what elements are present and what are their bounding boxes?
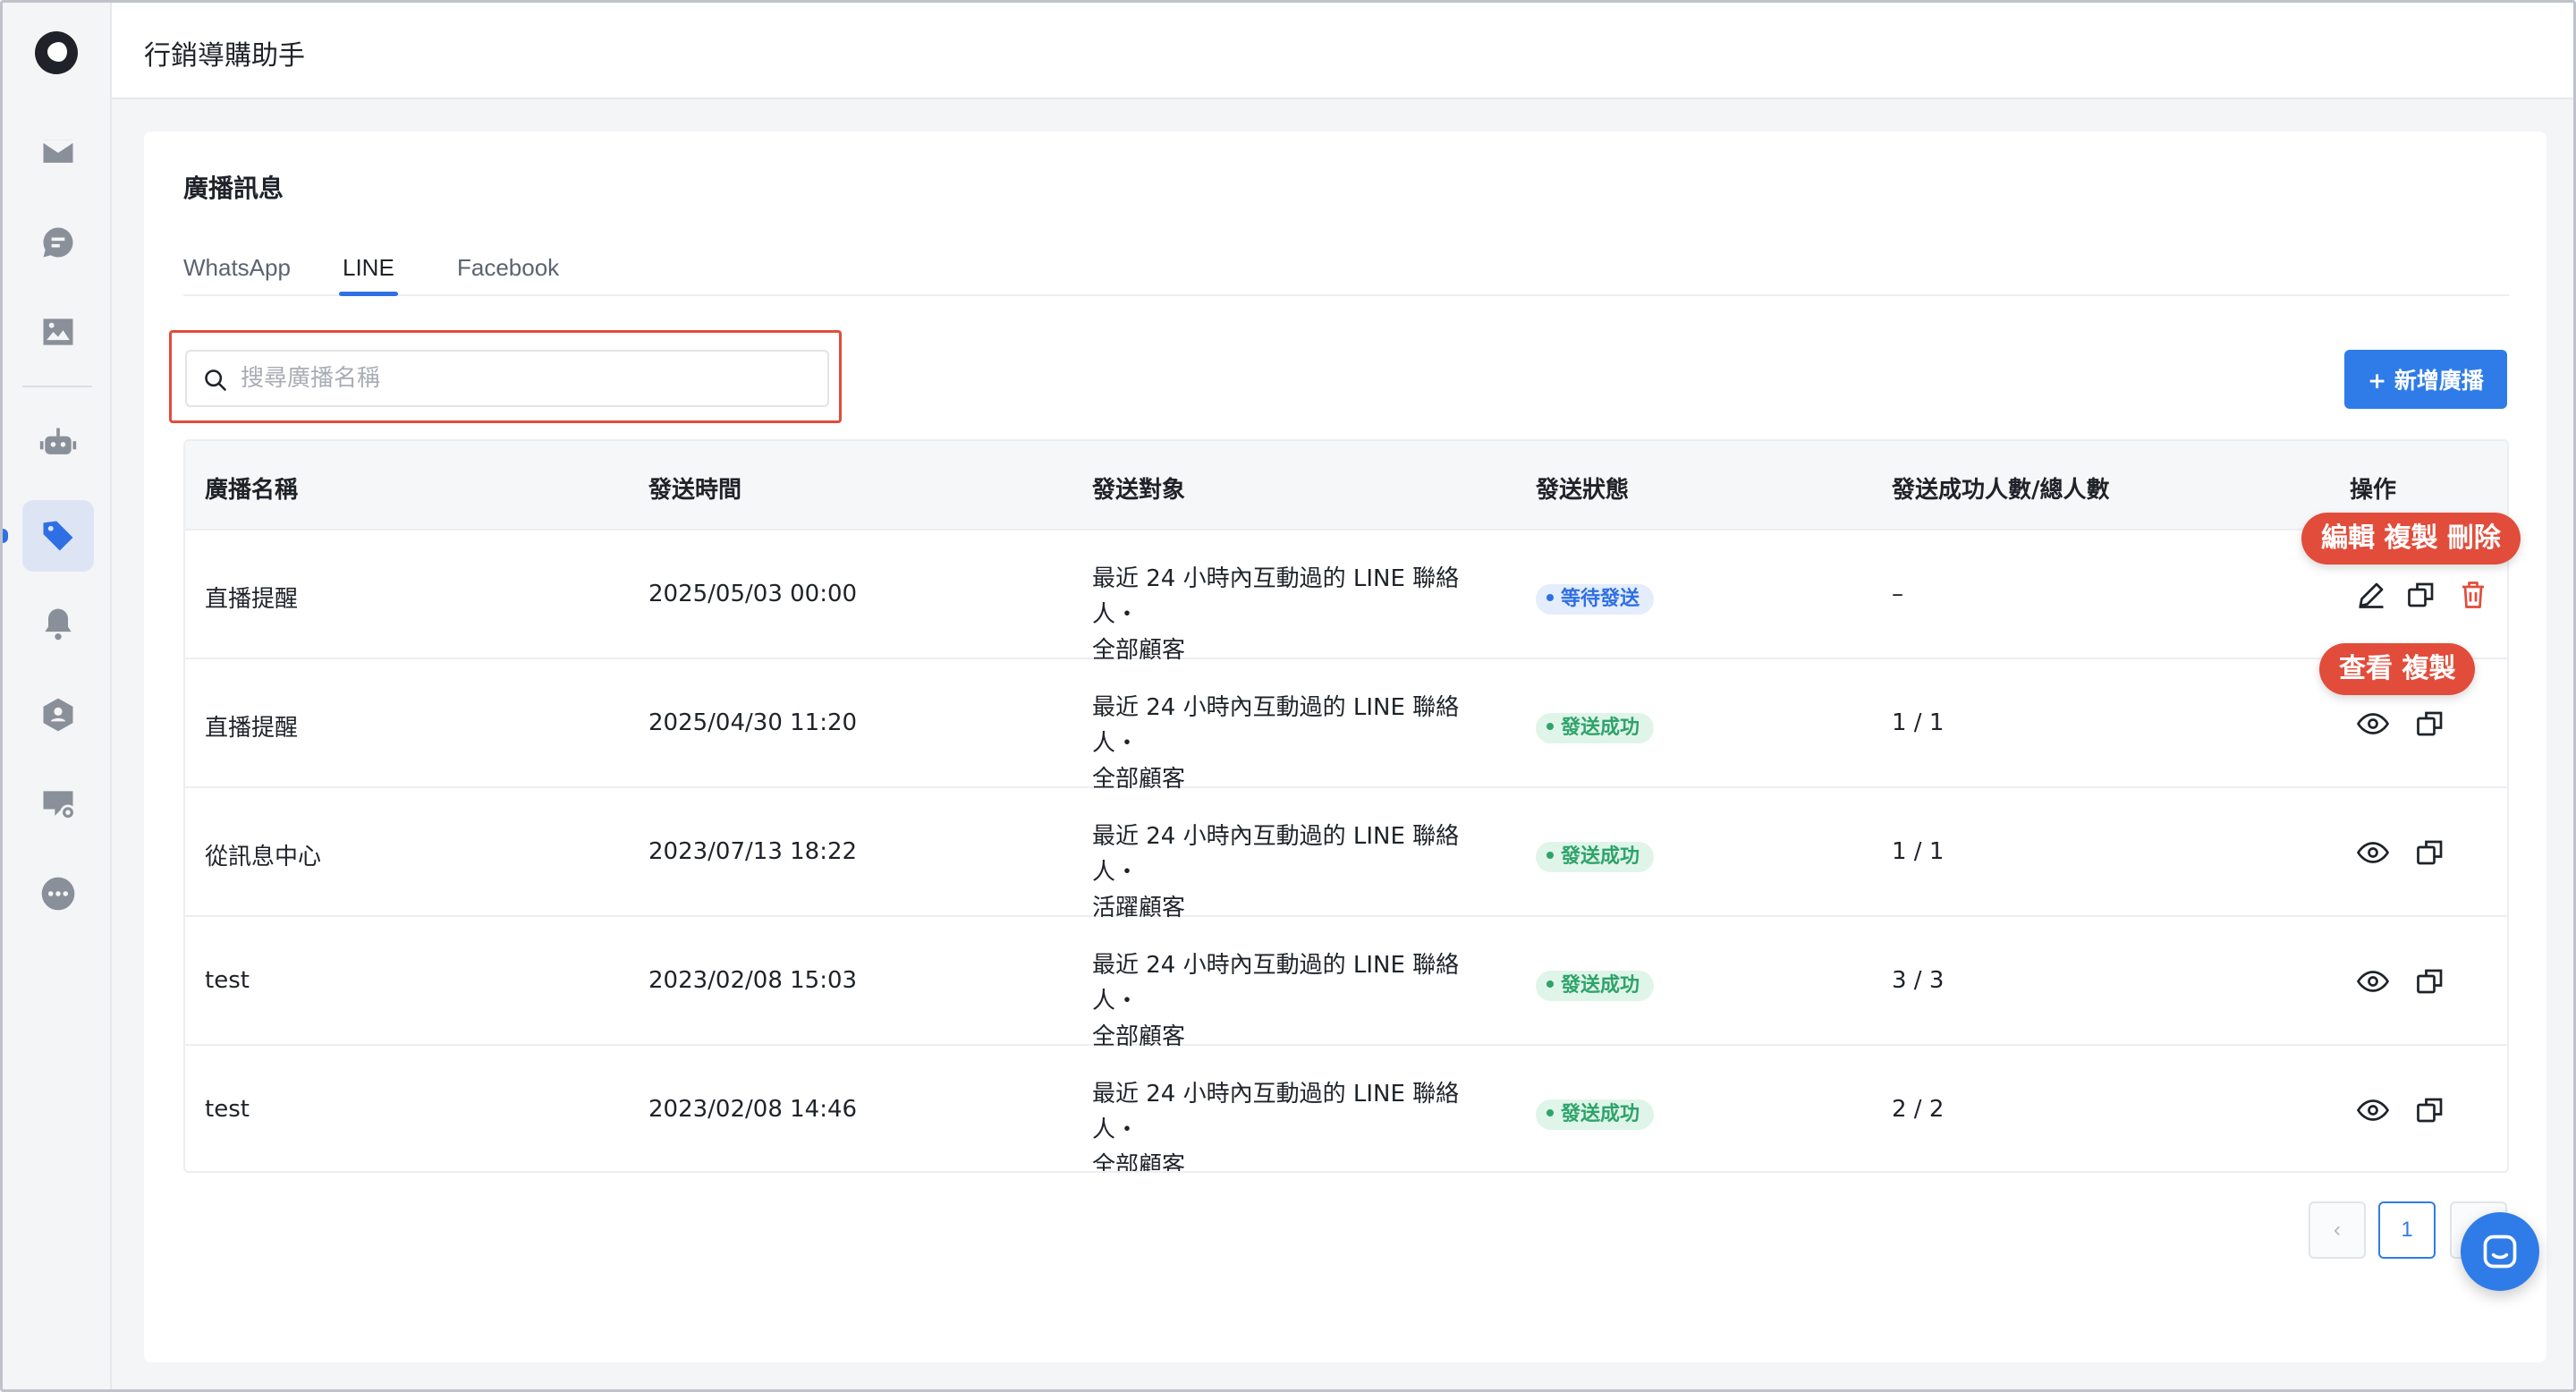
table-row: 直播提醒 2025/05/03 00:00 最近 24 小時內互動過的 LINE… bbox=[185, 530, 2507, 664]
row-name: 直播提醒 bbox=[205, 586, 299, 613]
copy-icon[interactable] bbox=[2412, 963, 2448, 999]
eye-icon[interactable] bbox=[2355, 963, 2391, 999]
copy-icon[interactable] bbox=[2412, 1092, 2448, 1128]
sidebar-divider bbox=[22, 386, 92, 387]
table-row: test 2023/02/08 15:03 最近 24 小時內互動過的 LINE… bbox=[185, 917, 2507, 1050]
row-time: 2023/02/08 14:46 bbox=[648, 1096, 858, 1123]
search-icon bbox=[205, 369, 226, 391]
row-name: test bbox=[205, 1096, 250, 1123]
row-target-line1: 最近 24 小時內互動過的 LINE 聯絡人・ bbox=[1092, 823, 1460, 886]
bell-icon[interactable] bbox=[22, 588, 94, 659]
row-target-line1: 最近 24 小時內互動過的 LINE 聯絡人・ bbox=[1092, 1081, 1460, 1143]
search-input[interactable] bbox=[241, 352, 813, 405]
tab-whatsapp[interactable]: WhatsApp bbox=[183, 239, 291, 296]
row-target: 最近 24 小時內互動過的 LINE 聯絡人・ 全部顧客 bbox=[1092, 1076, 1504, 1173]
status-badge: 發送成功 bbox=[1536, 842, 1655, 872]
row-target: 最近 24 小時內互動過的 LINE 聯絡人・ 全部顧客 bbox=[1092, 561, 1504, 668]
header-target: 發送對象 bbox=[1092, 477, 1186, 504]
status-badge: 等待發送 bbox=[1536, 584, 1655, 615]
row-target: 最近 24 小時內互動過的 LINE 聯絡人・ 全部顧客 bbox=[1092, 947, 1504, 1055]
row-target-line2: 全部顧客 bbox=[1092, 1152, 1186, 1173]
status-badge: 發送成功 bbox=[1536, 971, 1655, 1001]
header-time: 發送時間 bbox=[648, 477, 742, 504]
annotation-pending-actions: 編輯 複製 刪除 bbox=[2301, 513, 2521, 564]
copy-icon[interactable] bbox=[2403, 577, 2439, 613]
add-broadcast-button[interactable]: + 新增廣播 bbox=[2344, 350, 2507, 409]
tab-facebook[interactable]: Facebook bbox=[457, 239, 559, 296]
eye-icon[interactable] bbox=[2355, 835, 2391, 870]
row-count: 1 / 1 bbox=[1892, 709, 1945, 736]
copy-icon[interactable] bbox=[2412, 706, 2448, 742]
table-row: 從訊息中心 2023/07/13 18:22 最近 24 小時內互動過的 LIN… bbox=[185, 788, 2507, 921]
broadcast-card: 廣播訊息 WhatsApp LINE Facebook + 新增廣播 廣播名稱 … bbox=[144, 132, 2546, 1362]
status-badge: 發送成功 bbox=[1536, 713, 1655, 743]
header-name: 廣播名稱 bbox=[205, 477, 299, 504]
mail-icon[interactable] bbox=[22, 115, 94, 187]
row-target-line1: 最近 24 小時內互動過的 LINE 聯絡人・ bbox=[1092, 694, 1460, 757]
trash-icon[interactable] bbox=[2455, 577, 2491, 613]
section-title: 廣播訊息 bbox=[183, 174, 284, 203]
broadcast-table: 廣播名稱 發送時間 發送對象 發送狀態 發送成功人數/總人數 操作 直播提醒 2… bbox=[183, 439, 2509, 1173]
prev-page-button[interactable]: ‹ bbox=[2309, 1201, 2366, 1259]
active-indicator bbox=[3, 529, 8, 543]
robot-icon[interactable] bbox=[22, 407, 94, 479]
eye-icon[interactable] bbox=[2355, 1092, 2391, 1128]
table-row: 直播提醒 2025/04/30 11:20 最近 24 小時內互動過的 LINE… bbox=[185, 659, 2507, 793]
app-logo[interactable] bbox=[35, 31, 78, 74]
row-time: 2025/05/03 00:00 bbox=[648, 581, 858, 607]
row-time: 2023/02/08 15:03 bbox=[648, 967, 858, 994]
sidebar bbox=[3, 3, 112, 1389]
app-window: 行銷導購助手 廣播訊息 WhatsApp LINE Facebook + 新增廣… bbox=[0, 0, 2576, 1392]
row-target: 最近 24 小時內互動過的 LINE 聯絡人・ 活躍顧客 bbox=[1092, 819, 1504, 926]
header-count: 發送成功人數/總人數 bbox=[1892, 477, 2110, 504]
row-target: 最近 24 小時內互動過的 LINE 聯絡人・ 全部顧客 bbox=[1092, 690, 1504, 797]
row-count: 3 / 3 bbox=[1892, 967, 1945, 994]
search-box[interactable] bbox=[185, 350, 829, 407]
chat-support-button[interactable] bbox=[2461, 1212, 2539, 1291]
copy-icon[interactable] bbox=[2412, 835, 2448, 870]
status-badge: 發送成功 bbox=[1536, 1099, 1655, 1130]
eye-icon[interactable] bbox=[2355, 706, 2391, 742]
image-icon[interactable] bbox=[22, 296, 94, 368]
header-actions: 操作 bbox=[2350, 477, 2397, 504]
tag-icon[interactable] bbox=[22, 500, 94, 572]
page-1-button[interactable]: 1 bbox=[2378, 1201, 2436, 1259]
app-title: 行銷導購助手 bbox=[144, 40, 305, 72]
channel-tabs: WhatsApp LINE Facebook bbox=[183, 239, 2509, 296]
row-name: 從訊息中心 bbox=[205, 844, 322, 870]
top-bar: 行銷導購助手 bbox=[112, 3, 2573, 99]
row-count: 2 / 2 bbox=[1892, 1096, 1945, 1123]
user-badge-icon[interactable] bbox=[22, 679, 94, 751]
row-name: 直播提醒 bbox=[205, 715, 299, 742]
row-target-line1: 最近 24 小時內互動過的 LINE 聯絡人・ bbox=[1092, 952, 1460, 1014]
row-count: 1 / 1 bbox=[1892, 838, 1945, 865]
message-settings-icon[interactable] bbox=[22, 768, 94, 840]
more-icon[interactable] bbox=[22, 858, 94, 929]
table-row: test 2023/02/08 14:46 最近 24 小時內互動過的 LINE… bbox=[185, 1046, 2507, 1173]
row-count: – bbox=[1892, 581, 1903, 607]
edit-icon[interactable] bbox=[2353, 577, 2389, 613]
header-status: 發送狀態 bbox=[1536, 477, 1630, 504]
annotation-sent-actions: 查看 複製 bbox=[2319, 643, 2476, 695]
table-header: 廣播名稱 發送時間 發送對象 發送狀態 發送成功人數/總人數 操作 bbox=[185, 441, 2507, 530]
row-name: test bbox=[205, 967, 250, 994]
row-time: 2025/04/30 11:20 bbox=[648, 709, 858, 736]
row-time: 2023/07/13 18:22 bbox=[648, 838, 858, 865]
tab-line[interactable]: LINE bbox=[339, 239, 398, 296]
chat-bubble-icon[interactable] bbox=[22, 207, 94, 278]
chat-icon bbox=[2483, 1235, 2517, 1269]
row-target-line1: 最近 24 小時內互動過的 LINE 聯絡人・ bbox=[1092, 565, 1460, 628]
